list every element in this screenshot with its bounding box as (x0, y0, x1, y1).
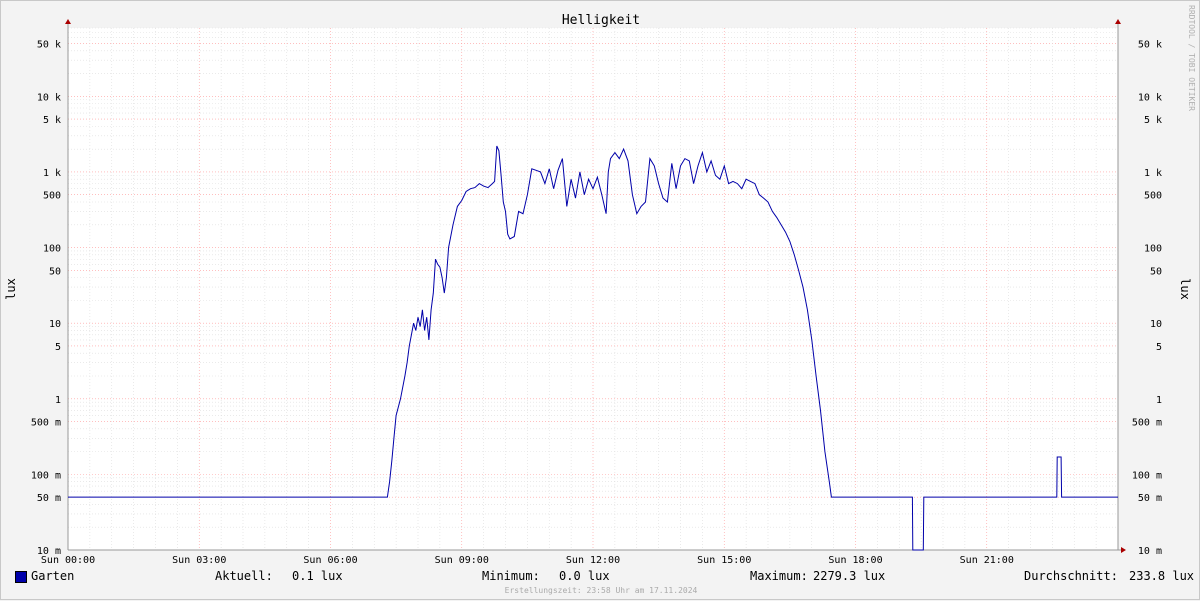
x-tick-label: Sun 09:00 (435, 555, 489, 566)
chart-frame: Helligkeit lux lux 50 k 50 k 10 k 10 k 5 k 5 … (0, 0, 1200, 600)
legend-swatch-garten (15, 571, 27, 583)
y-axis-label-right: lux (1178, 278, 1192, 300)
y-tick-label-right: 1 (1156, 395, 1162, 406)
legend-avg-value: 233.8 lux (1129, 569, 1195, 583)
y-tick-label-left: 10 (49, 319, 61, 330)
y-axis-right-arrow (1115, 19, 1121, 24)
y-tick-label-right: 100 m (1132, 470, 1162, 481)
y-tick-label-left: 1 (55, 395, 61, 406)
y-tick-label-left: 100 (43, 244, 61, 255)
x-tick-label: Sun 00:00 (41, 555, 95, 566)
x-tick-label: Sun 21:00 (960, 555, 1014, 566)
y-tick-label-left: 10 k (37, 92, 61, 103)
y-tick-label-left: 50 m (37, 493, 61, 504)
y-tick-label-right: 10 k (1138, 92, 1162, 103)
chart-canvas: Helligkeit lux lux 50 k 50 k 10 k 10 k 5 k 5 … (4, 13, 1192, 566)
y-tick-label-left: 1 k (43, 168, 61, 179)
y-tick-label-left: 5 (55, 342, 61, 353)
legend-max-value: 2279.3 lux (813, 569, 886, 583)
x-axis-arrow (1121, 547, 1126, 553)
y-tick-label-left: 500 m (31, 418, 61, 429)
y-tick-label-left: 50 k (37, 39, 61, 50)
y-tick-label-left: 500 (43, 191, 61, 202)
y-tick-label-left: 100 m (31, 470, 61, 481)
y-tick-label-left: 5 k (43, 115, 61, 126)
x-tick-label: Sun 15:00 (697, 555, 751, 566)
x-tick-label: Sun 18:00 (828, 555, 882, 566)
y-tick-label-left: 50 (49, 266, 61, 277)
y-tick-label-right: 50 k (1138, 39, 1162, 50)
creation-time-footer: Erstellungszeit: 23:58 Uhr am 17.11.2024 (504, 586, 698, 595)
legend-min-label: Minimum: (482, 569, 540, 583)
rrdtool-watermark: RRDTOOL / TOBI OETIKER (1187, 5, 1196, 111)
y-tick-label-right: 1 k (1144, 168, 1162, 179)
y-tick-label-right: 50 m (1138, 493, 1162, 504)
x-tick-label: Sun 03:00 (172, 555, 226, 566)
legend-avg-label: Durchschnitt: (1024, 569, 1118, 583)
y-tick-label-right: 5 k (1144, 115, 1162, 126)
chart-title: Helligkeit (562, 13, 640, 28)
y-tick-label-right: 10 m (1138, 546, 1162, 557)
y-tick-label-right: 5 (1156, 342, 1162, 353)
x-tick-label: Sun 06:00 (303, 555, 357, 566)
y-tick-label-right: 500 m (1132, 418, 1162, 429)
y-tick-label-right: 100 (1144, 244, 1162, 255)
legend-max-label: Maximum: (750, 569, 808, 583)
y-axis-left-arrow (65, 19, 71, 24)
x-tick-label: Sun 12:00 (566, 555, 620, 566)
y-tick-label-right: 500 (1144, 191, 1162, 202)
y-tick-label-right: 50 (1150, 266, 1162, 277)
legend-current-label: Aktuell: (215, 569, 273, 583)
y-axis-label-left: lux (4, 278, 18, 300)
y-tick-label-right: 10 (1150, 319, 1162, 330)
legend-series-name: Garten (31, 569, 75, 583)
legend-min-value: 0.0 lux (559, 569, 610, 583)
legend-current-value: 0.1 lux (292, 569, 343, 583)
